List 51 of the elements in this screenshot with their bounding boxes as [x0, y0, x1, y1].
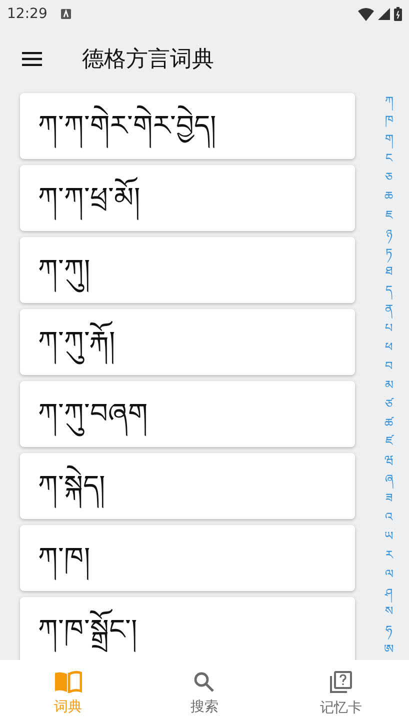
index-letter[interactable]: ང — [386, 148, 392, 168]
word-entry[interactable]: ཀ་ཀུ་བཞག — [20, 381, 355, 447]
index-letter[interactable]: ར — [386, 545, 392, 564]
index-letter[interactable]: ཀ — [385, 92, 393, 111]
index-letter[interactable]: མ — [385, 375, 393, 394]
index-letter[interactable]: ཡ — [384, 526, 394, 546]
question-card-icon — [328, 670, 353, 694]
index-letter[interactable]: ཤ — [385, 583, 393, 602]
index-letter[interactable]: ཝ — [384, 450, 394, 470]
notification-icon — [61, 9, 72, 19]
nav-tab[interactable]: 搜索 — [136, 660, 273, 728]
index-letter[interactable]: ཁ — [385, 110, 393, 130]
index-letter[interactable]: ཏ — [386, 243, 392, 262]
index-letter[interactable]: ཉ — [386, 224, 392, 244]
index-letter[interactable]: ཛ — [386, 432, 392, 451]
index-letter[interactable]: ཅ — [385, 168, 393, 186]
index-letter[interactable]: ཚ — [384, 413, 394, 432]
index-letter[interactable]: ཇ — [386, 205, 392, 224]
index-letter[interactable]: ན — [385, 300, 393, 319]
index-letter[interactable]: ཟ — [386, 488, 392, 508]
wifi-icon — [358, 8, 374, 20]
word-entry[interactable]: ཀ་ཁ། — [20, 525, 355, 591]
nav-tab[interactable]: 记忆卡 — [272, 660, 409, 728]
nav-tab[interactable]: 词典 — [0, 660, 136, 728]
index-letter[interactable]: ཨ — [384, 640, 394, 659]
signal-icon — [378, 8, 390, 20]
index-letter[interactable]: ད — [386, 280, 392, 300]
word-entry[interactable]: ཀ་ཀུ། — [20, 237, 355, 303]
index-letter[interactable]: ཐ — [386, 262, 392, 281]
menu-icon — [22, 52, 42, 66]
index-letter[interactable]: ས — [385, 602, 393, 621]
status-time: 12:29 — [7, 4, 48, 24]
index-letter[interactable]: བ — [385, 356, 393, 376]
word-entry[interactable]: ཀ་སྐེད། — [20, 453, 355, 519]
index-letter[interactable]: ཆ — [384, 186, 394, 206]
index-letter[interactable]: ཕ — [385, 338, 393, 356]
index-letter[interactable]: འ — [385, 508, 393, 526]
index-letter[interactable]: པ — [385, 318, 393, 338]
index-letter[interactable]: ཙ — [385, 394, 393, 414]
app-title: 德格方言词典 — [82, 46, 214, 74]
search-icon — [193, 670, 216, 692]
index-letter[interactable]: ག — [385, 130, 393, 149]
index-letter[interactable]: ཧ — [386, 620, 392, 640]
word-entry[interactable]: ཀ་ཁ་སྒྲོང་། — [20, 597, 355, 660]
word-entry[interactable]: ཀ་ཀ་ཕྲ་མོ། — [20, 165, 355, 231]
index-letter[interactable]: ཞ — [385, 470, 393, 489]
index-letter[interactable]: ལ — [385, 564, 393, 584]
battery-icon — [394, 7, 402, 21]
book-icon — [54, 670, 82, 692]
word-entry[interactable]: ཀ་ཀུ་རྐོ། — [20, 309, 355, 375]
word-entry[interactable]: ཀ་ཀ་གེར་གེར་བྱེད། — [20, 93, 355, 159]
